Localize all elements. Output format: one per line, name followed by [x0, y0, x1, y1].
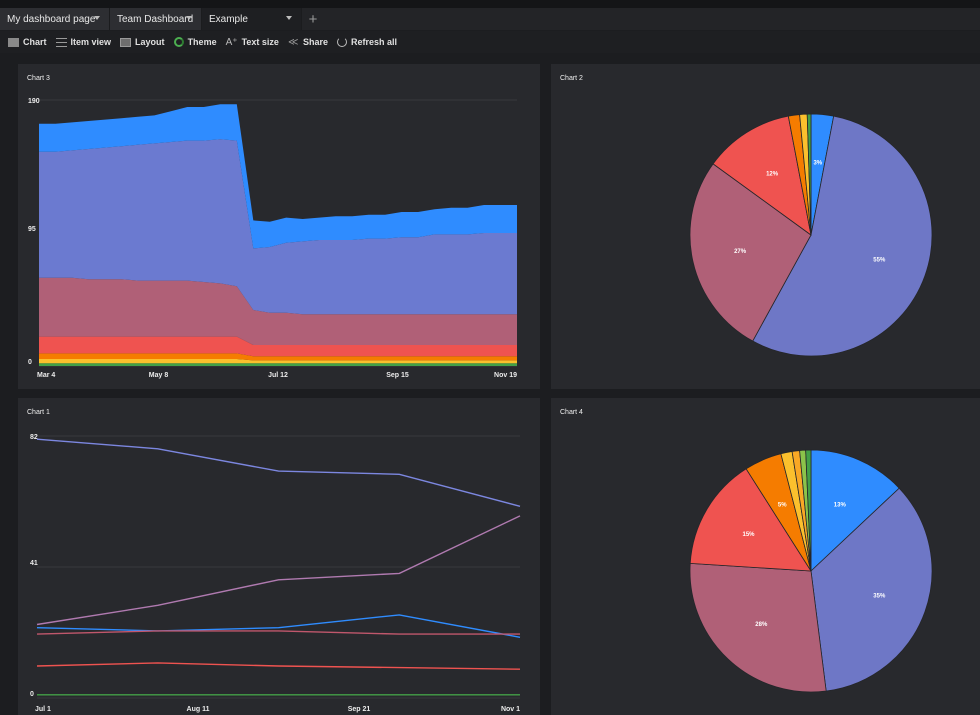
layout-button-label: Layout — [135, 37, 165, 47]
plus-icon: + — [308, 10, 318, 28]
line-series — [36, 630, 520, 635]
item-view-button-label: Item view — [70, 37, 112, 47]
line-series — [36, 662, 521, 670]
pie-slice-label: 55% — [873, 258, 886, 264]
dashboard-toolbar: Chart Item view Layout Theme A⁺ Text siz… — [0, 31, 980, 53]
list-icon — [55, 37, 67, 47]
x-tick-label: Mar 4 — [37, 372, 55, 379]
pie-slice-label: 12% — [766, 172, 779, 178]
area-series — [39, 363, 517, 366]
y-tick-label: 0 — [30, 691, 34, 698]
tab-label: Example — [209, 13, 248, 25]
x-tick-label: Sep 21 — [348, 706, 371, 713]
tab-my-dashboard-page[interactable]: My dashboard page — [0, 8, 110, 30]
y-tick-label: 95 — [28, 226, 36, 233]
line-series — [36, 515, 521, 626]
pie-slice-label: 27% — [734, 249, 747, 255]
x-tick-label: Sep 15 — [386, 372, 409, 379]
dashboard-tab-bar: My dashboard page Team Dashboard Example… — [0, 8, 980, 30]
layout-button[interactable]: Layout — [120, 37, 165, 47]
window-top-strip — [0, 0, 980, 8]
y-tick-label: 190 — [28, 98, 40, 105]
theme-button-label: Theme — [187, 37, 217, 47]
x-tick-label: Nov 19 — [494, 372, 517, 379]
chart-1-panel[interactable]: Chart 1 0 41 82 Jul 1 Aug 11 Sep 21 Nov 1 — [18, 398, 540, 715]
add-tab-button[interactable]: + — [302, 8, 324, 30]
share-icon: ≪ — [287, 36, 299, 48]
pie-slice-label: 28% — [755, 622, 768, 628]
pie-slice-label: 13% — [834, 502, 847, 508]
x-tick-label: Jul 12 — [268, 372, 288, 379]
refresh-all-button[interactable]: Refresh all — [336, 37, 397, 47]
chart-3-svg: 0 95 190 Mar 4 May 8 Jul 12 Sep 15 Nov 19 — [28, 98, 517, 379]
item-view-button[interactable]: Item view — [55, 37, 112, 47]
chart-2-panel[interactable]: Chart 2 3% 55% 27% 12% — [551, 64, 980, 389]
pie-slice-label: 3% — [813, 161, 822, 167]
tab-team-dashboard[interactable]: Team Dashboard — [110, 8, 202, 30]
share-button[interactable]: ≪ Share — [288, 37, 328, 47]
theme-button[interactable]: Theme — [173, 37, 217, 47]
x-tick-label: Aug 11 — [187, 706, 210, 713]
chart-4-panel[interactable]: Chart 4 13% 35% 28% 15% 5% — [551, 398, 980, 715]
share-button-label: Share — [302, 37, 328, 47]
tab-example[interactable]: Example — [202, 8, 302, 30]
chart-button[interactable]: Chart — [8, 37, 47, 47]
refresh-icon — [336, 37, 347, 47]
tab-label: Team Dashboard — [117, 13, 194, 25]
pie-slice-label: 35% — [873, 594, 886, 600]
text-size-button[interactable]: A⁺ Text size — [226, 37, 279, 47]
y-tick-label: 82 — [30, 434, 38, 441]
chart-button-label: Chart — [23, 37, 47, 47]
theme-icon — [173, 37, 184, 47]
chart-2-svg: 3% 55% 27% 12% — [689, 113, 933, 357]
y-tick-label: 41 — [30, 560, 38, 567]
tab-label: My dashboard page — [7, 13, 96, 25]
layout-icon — [120, 37, 132, 47]
x-tick-label: Nov 1 — [501, 706, 520, 713]
text-size-icon: A⁺ — [225, 36, 238, 48]
pie-slice-label: 5% — [778, 502, 787, 508]
x-tick-label: May 8 — [149, 372, 169, 379]
chart-4-svg: 13% 35% 28% 15% 5% — [689, 449, 933, 693]
chart-3-panel[interactable]: Chart 3 0 95 190 Mar 4 May 8 Jul 12 Sep 15 Nov … — [18, 64, 540, 389]
chevron-down-icon[interactable] — [286, 16, 292, 20]
refresh-all-button-label: Refresh all — [350, 37, 397, 47]
chevron-down-icon[interactable] — [186, 16, 192, 20]
chart-1-svg: 0 41 82 Jul 1 Aug 11 Sep 21 Nov 1 — [30, 434, 521, 713]
x-tick-label: Jul 1 — [35, 706, 51, 713]
chevron-down-icon[interactable] — [94, 16, 100, 20]
pie-slice-label: 15% — [742, 532, 755, 538]
text-size-button-label: Text size — [241, 37, 279, 47]
line-series — [36, 438, 521, 507]
chart-icon — [8, 37, 19, 47]
y-tick-label: 0 — [28, 359, 32, 366]
